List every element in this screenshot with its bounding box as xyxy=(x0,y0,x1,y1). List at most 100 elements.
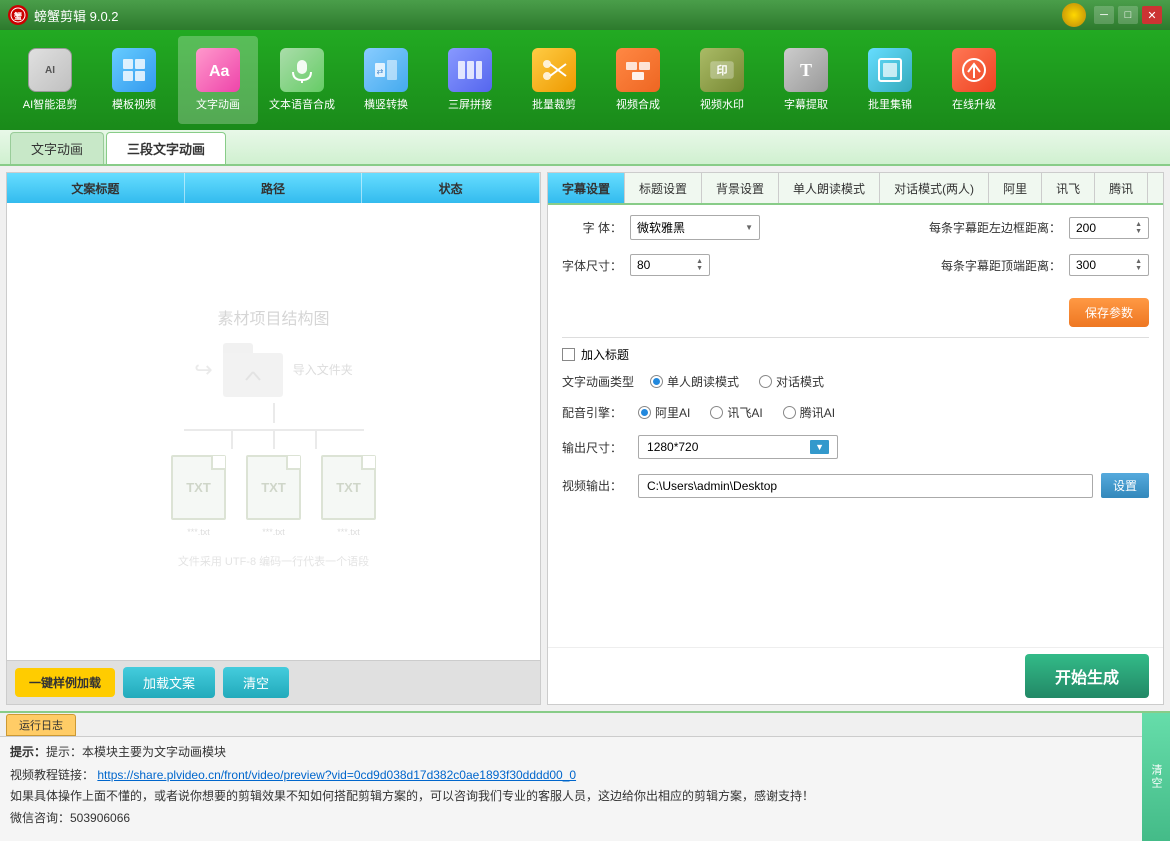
tab-xunfei[interactable]: 讯飞 xyxy=(1042,173,1095,203)
radio-tencent-label: 腾讯AI xyxy=(800,404,835,421)
log-main: 运行日志 提示：提示：本模块主要为文字动画模块 视频教程链接： https://… xyxy=(0,713,1142,841)
svg-text:蟹: 蟹 xyxy=(13,11,22,21)
radio-solo-circle xyxy=(650,375,663,388)
radio-tencent-circle xyxy=(783,406,796,419)
radio-solo-label: 单人朗读模式 xyxy=(667,373,739,390)
margin-top-up[interactable]: ▲ xyxy=(1135,258,1142,265)
sample-load-button[interactable]: 一键样例加载 xyxy=(15,668,115,697)
maximize-button[interactable]: □ xyxy=(1118,6,1138,24)
radio-ali[interactable]: 阿里AI xyxy=(638,404,690,421)
tool-ai-mix[interactable]: AI AI智能混剪 xyxy=(10,36,90,124)
minimize-button[interactable]: ─ xyxy=(1094,6,1114,24)
col-path: 路径 xyxy=(185,173,363,203)
txt-file-1: TXT xyxy=(171,455,226,520)
toolbar: AI AI智能混剪 模板视频 Aa 文字动画 文本语音合成 xyxy=(0,30,1170,130)
radio-ali-label: 阿里AI xyxy=(655,404,690,421)
radio-xunfei-label: 讯飞AI xyxy=(727,404,762,421)
triscreen-icon xyxy=(448,48,492,92)
file-drop-area[interactable]: 素材项目结构图 ↪ 导入文件夹 xyxy=(7,203,540,660)
tab-solo-mode[interactable]: 单人朗读模式 xyxy=(779,173,880,203)
tool-batch2[interactable]: 批里集锦 xyxy=(850,36,930,124)
font-label: 字 体： xyxy=(562,219,622,236)
tool-merge[interactable]: 视频合成 xyxy=(598,36,678,124)
tab-tencent[interactable]: 腾讯 xyxy=(1095,173,1148,203)
log-header: 运行日志 xyxy=(0,713,1142,737)
app-title: 螃蟹剪辑 9.0.2 xyxy=(34,6,119,25)
log-tab[interactable]: 运行日志 xyxy=(6,714,76,736)
margin-left-label: 每条字幕距左边框距离： xyxy=(921,219,1061,236)
tab-title-settings[interactable]: 标题设置 xyxy=(625,173,702,203)
add-title-checkbox[interactable] xyxy=(562,348,575,361)
radio-tencent[interactable]: 腾讯AI xyxy=(783,404,835,421)
radio-xunfei[interactable]: 讯飞AI xyxy=(710,404,762,421)
clear-left-button[interactable]: 清空 xyxy=(223,667,289,698)
output-size-row: 输出尺寸： 1280*720 ▼ xyxy=(562,435,1149,459)
tool-text-anim[interactable]: Aa 文字动画 xyxy=(178,36,258,124)
flip-icon: ⇄ xyxy=(364,48,408,92)
tab-font-settings[interactable]: 字幕设置 xyxy=(548,173,625,203)
voice-engine-label: 配音引擎： xyxy=(562,404,622,421)
tab-bg-settings[interactable]: 背景设置 xyxy=(702,173,779,203)
tool-tts[interactable]: 文本语音合成 xyxy=(262,36,342,124)
radio-ali-circle xyxy=(638,406,651,419)
margin-left-up[interactable]: ▲ xyxy=(1135,221,1142,228)
radio-dialog-circle xyxy=(759,375,772,388)
log-area: 运行日志 提示：提示：本模块主要为文字动画模块 视频教程链接： https://… xyxy=(0,711,1170,841)
margin-top-label: 每条字幕距顶端距离： xyxy=(921,257,1061,274)
tool-flip[interactable]: ⇄ 横竖转换 xyxy=(346,36,426,124)
margin-left-arrows: ▲ ▼ xyxy=(1135,221,1142,235)
tab-dialog-mode[interactable]: 对话模式(两人) xyxy=(880,173,989,203)
log-wechat: 微信咨询：503906066 xyxy=(10,809,1132,828)
import-label: 导入文件夹 xyxy=(293,361,353,378)
left-bottom-bar: 一键样例加载 加载文案 清空 xyxy=(7,660,540,704)
settings-tabs: 字幕设置 标题设置 背景设置 单人朗读模式 对话模式(两人) xyxy=(548,173,1163,205)
tool-batch-cut[interactable]: 批量裁剪 xyxy=(514,36,594,124)
font-select[interactable]: 微软雅黑 ▼ xyxy=(630,215,760,240)
start-generate-button[interactable]: 开始生成 xyxy=(1025,654,1149,698)
font-select-arrow: ▼ xyxy=(745,223,753,232)
log-video-link[interactable]: https://share.plvideo.cn/front/video/pre… xyxy=(97,768,576,782)
tab-text-anim[interactable]: 文字动画 xyxy=(10,132,104,164)
tool-subtitle[interactable]: T 字幕提取 xyxy=(766,36,846,124)
left-panel: 文案标题 路径 状态 素材项目结构图 xyxy=(6,172,541,705)
close-button[interactable]: ✕ xyxy=(1142,6,1162,24)
right-panel: 字幕设置 标题设置 背景设置 单人朗读模式 对话模式(两人) xyxy=(547,172,1164,705)
output-path-input[interactable] xyxy=(638,474,1093,498)
tool-upgrade[interactable]: 在线升级 xyxy=(934,36,1014,124)
tab-three-seg[interactable]: 三段文字动画 xyxy=(106,132,226,164)
log-clear-button[interactable]: 清空 xyxy=(1142,713,1170,841)
font-size-row: 字体尺寸： 80 ▲ ▼ 每条字幕距顶端距离： xyxy=(562,254,1149,276)
margin-left-down[interactable]: ▼ xyxy=(1135,228,1142,235)
margin-top-down[interactable]: ▼ xyxy=(1135,265,1142,272)
tab-ali[interactable]: 阿里 xyxy=(989,173,1042,203)
output-path-row: 视频输出： 设置 xyxy=(562,473,1149,498)
ai-mix-label: AI智能混剪 xyxy=(23,96,77,112)
anim-type-radio-group: 单人朗读模式 对话模式 xyxy=(650,373,824,390)
load-script-button[interactable]: 加载文案 xyxy=(123,667,215,698)
watermark-icon: 印 xyxy=(700,48,744,92)
output-size-label: 输出尺寸： xyxy=(562,439,622,456)
margin-top-spinbox[interactable]: 300 ▲ ▼ xyxy=(1069,254,1149,276)
margin-left-spinbox[interactable]: 200 ▲ ▼ xyxy=(1069,217,1149,239)
title-bar-left: 蟹 螃蟹剪辑 9.0.2 xyxy=(8,5,119,25)
svg-text:T: T xyxy=(800,60,812,80)
radio-dialog[interactable]: 对话模式 xyxy=(759,373,824,390)
font-size-up[interactable]: ▲ xyxy=(696,258,703,265)
add-title-row: 加入标题 xyxy=(562,346,1149,363)
output-size-dropdown[interactable]: 1280*720 ▼ xyxy=(638,435,838,459)
batch2-label: 批里集锦 xyxy=(868,96,912,112)
save-params-button[interactable]: 保存参数 xyxy=(1069,298,1149,327)
watermark-label: 视频水印 xyxy=(700,96,744,112)
set-path-button[interactable]: 设置 xyxy=(1101,473,1149,498)
radio-solo[interactable]: 单人朗读模式 xyxy=(650,373,739,390)
font-size-down[interactable]: ▼ xyxy=(696,265,703,272)
tool-watermark[interactable]: 印 视频水印 xyxy=(682,36,762,124)
tool-triscreen[interactable]: 三屏拼接 xyxy=(430,36,510,124)
svg-text:Aa: Aa xyxy=(209,63,230,80)
batch-cut-icon xyxy=(532,48,576,92)
batch2-icon xyxy=(868,48,912,92)
anim-type-label: 文字动画类型 xyxy=(562,373,634,390)
tool-template[interactable]: 模板视频 xyxy=(94,36,174,124)
font-size-spinbox[interactable]: 80 ▲ ▼ xyxy=(630,254,710,276)
gold-icon xyxy=(1062,3,1086,27)
